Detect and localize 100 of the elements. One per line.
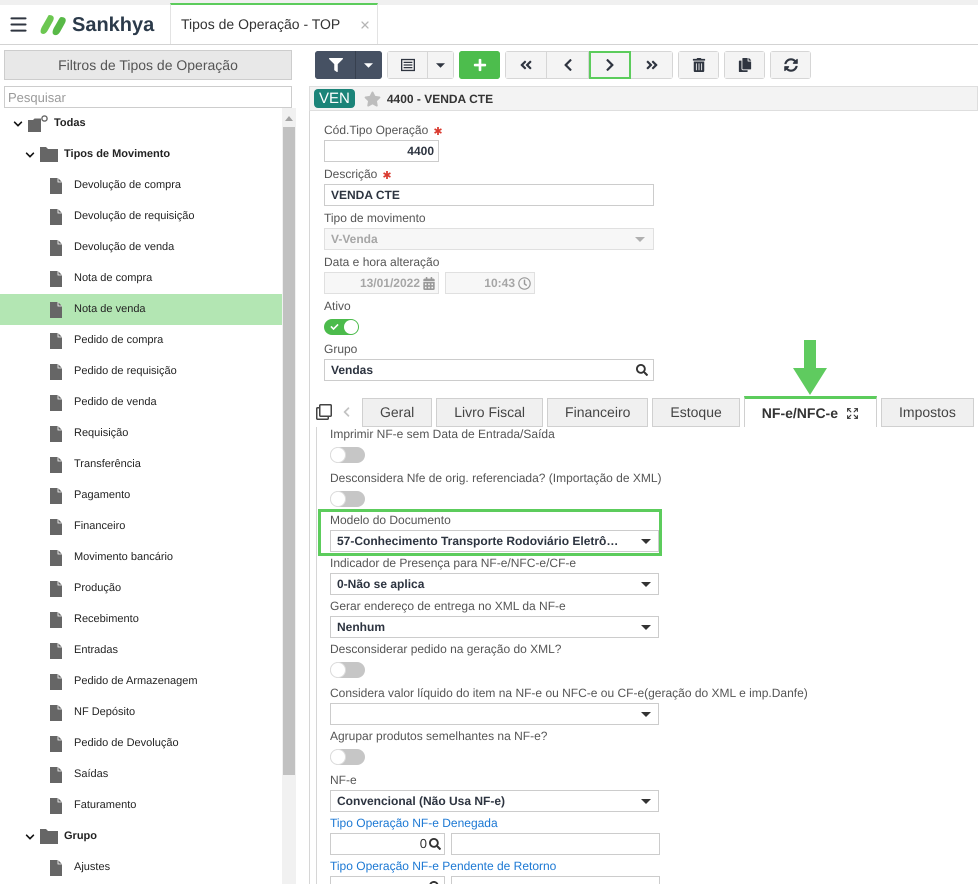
next-button[interactable] (589, 51, 631, 79)
expand-icon[interactable] (846, 406, 860, 420)
tree-item[interactable]: NF Depósito (0, 697, 282, 728)
folder-icon (40, 829, 58, 844)
search-field[interactable]: Pesquisar (4, 86, 292, 108)
search-icon[interactable] (636, 364, 648, 376)
field-label: Agrupar produtos semelhantes na NF-e? (330, 729, 548, 744)
tree-item[interactable]: Devolução de compra (0, 170, 282, 201)
folder-icon (28, 115, 48, 132)
check-icon (330, 323, 339, 331)
select-field[interactable]: Nenhum (330, 616, 659, 638)
toggle-switch[interactable] (324, 319, 359, 335)
tab[interactable]: Livro Fiscal (436, 398, 544, 427)
caret-down-icon (635, 236, 645, 242)
tab[interactable]: NF-e/NFC-e (744, 396, 878, 427)
tree-item[interactable]: Pedido de compra (0, 325, 282, 356)
chevron-down-icon[interactable] (24, 832, 36, 842)
tree-item[interactable]: Todas (0, 108, 282, 139)
tab[interactable]: Estoque (652, 398, 740, 427)
field-label: Considera valor líquido do item na NF-e ou NFC-e ou CF-e(geração do XML e imp.Danfe) (330, 686, 808, 701)
document-icon (50, 642, 62, 658)
tree-item[interactable]: Pedido de requisição (0, 356, 282, 387)
document-icon (50, 736, 62, 752)
tree-item[interactable]: Pedido de Devolução (0, 728, 282, 759)
tree-item[interactable]: Nota de venda (0, 294, 282, 325)
scrollbar-thumb[interactable] (283, 127, 295, 775)
tab[interactable]: Impostos (881, 398, 974, 427)
tree-item[interactable]: Pedido de Armazenagem (0, 666, 282, 697)
field-label: Imprimir NF-e sem Data de Entrada/Saída (330, 427, 555, 442)
document-icon (50, 178, 62, 194)
record-title: 4400 - VENDA CTE (386, 90, 494, 108)
search-icon[interactable] (429, 838, 441, 850)
document-icon (50, 426, 62, 442)
first-record-button[interactable] (505, 51, 547, 79)
filter-button[interactable] (315, 51, 356, 79)
field-label: Desconsidera Nfe de orig. referenciada? (Importação de XML) (330, 471, 662, 486)
tree-item[interactable]: Transferência (0, 449, 282, 480)
field-link[interactable]: Tipo Operação NF-e Pendente de Retorno (330, 859, 556, 874)
code-field[interactable]: 0 (330, 833, 445, 855)
caret-down-icon (436, 62, 445, 68)
star-icon[interactable] (364, 90, 381, 106)
toggle-switch[interactable] (330, 749, 365, 765)
tree-item[interactable]: Requisição (0, 418, 282, 449)
tree-item[interactable]: Grupo (0, 821, 282, 852)
field-label: Data e hora alteração (324, 255, 440, 270)
select-field[interactable] (330, 703, 659, 725)
tree-item[interactable]: Faturamento (0, 790, 282, 821)
tree-item[interactable]: Entradas (0, 635, 282, 666)
previous-button[interactable] (547, 51, 589, 79)
tree-item[interactable]: Nota de compra (0, 263, 282, 294)
module-tab[interactable]: Tipos de Operação - TOP (170, 3, 378, 44)
toggle-switch[interactable] (330, 491, 365, 507)
tree-item[interactable]: Pagamento (0, 480, 282, 511)
tree-item[interactable]: Pedido de venda (0, 387, 282, 418)
delete-button[interactable] (678, 51, 719, 79)
dropdown-button[interactable] (356, 51, 382, 79)
duplicate-button[interactable] (724, 51, 765, 79)
select-field[interactable]: 0-Não se aplica (330, 573, 659, 595)
field-link[interactable]: Tipo Operação NF-e Denegada (330, 816, 498, 831)
text-field[interactable]: VENDA CTE (324, 184, 654, 206)
field-label: Indicador de Presença para NF-e/NFC-e/CF-e (330, 556, 576, 571)
toggle-switch[interactable] (330, 662, 365, 678)
tree-item[interactable]: Saídas (0, 759, 282, 790)
copy-icon[interactable] (316, 404, 332, 420)
last-record-button[interactable] (631, 51, 673, 79)
caret-down-icon (641, 798, 651, 804)
chevron-down-icon[interactable] (12, 118, 24, 128)
document-icon (50, 704, 62, 720)
document-icon (50, 674, 62, 690)
tree-item[interactable]: Recebimento (0, 604, 282, 635)
filter-panel-button[interactable]: Filtros de Tipos de Operação (4, 50, 292, 80)
caret-down-icon (641, 538, 651, 544)
tree-item[interactable]: Financeiro (0, 511, 282, 542)
select-field[interactable]: 57-Conhecimento Transporte Rodoviário Eletrô… (330, 530, 659, 552)
caret-down-icon (364, 62, 373, 68)
field-label: Tipo de movimento (324, 211, 426, 226)
description-field[interactable] (451, 833, 660, 855)
document-icon (50, 798, 62, 814)
tree-item[interactable]: Ajustes (0, 852, 282, 883)
document-icon (50, 332, 62, 348)
tree-item[interactable]: Devolução de venda (0, 232, 282, 263)
tree-item[interactable]: Tipos de Movimento (0, 139, 282, 170)
tree-item[interactable]: Produção (0, 573, 282, 604)
tab[interactable]: Geral (362, 398, 432, 427)
tree-item[interactable]: Movimento bancário (0, 542, 282, 573)
list-view-button[interactable] (387, 51, 428, 79)
document-icon (50, 364, 62, 380)
document-icon (50, 302, 62, 318)
number-field[interactable]: 4400 (324, 140, 439, 162)
scrollbar[interactable] (282, 108, 296, 884)
toggle-switch[interactable] (330, 447, 365, 463)
select-field[interactable]: Convencional (Não Usa NF-e) (330, 790, 659, 812)
lookup-field[interactable]: Vendas (324, 359, 654, 381)
tree-item[interactable]: Devolução de requisição (0, 201, 282, 232)
tab[interactable]: Financeiro (547, 398, 648, 427)
refresh-button[interactable] (770, 51, 811, 79)
filter-icon (328, 58, 342, 72)
chevron-down-icon[interactable] (24, 150, 36, 160)
field-label: Cód.Tipo Operação (324, 123, 428, 138)
caret-down-icon (641, 624, 651, 630)
